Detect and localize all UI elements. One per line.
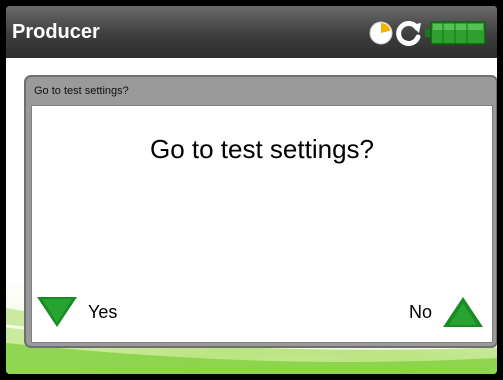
no-label: No	[408, 301, 432, 322]
up-arrow-icon	[443, 297, 483, 327]
confirm-dialog: Go to test settings? Go to test settings…	[24, 75, 497, 348]
dialog-message: Go to test settings?	[149, 134, 374, 164]
dialog-title: Go to test settings?	[34, 85, 129, 97]
app-title: Producer	[12, 21, 100, 43]
title-bar: Producer	[6, 6, 497, 58]
yes-button[interactable]: Yes	[36, 292, 117, 332]
down-arrow-icon	[37, 297, 77, 327]
refresh-icon	[396, 21, 421, 46]
yes-label: Yes	[88, 301, 118, 322]
clock-icon	[369, 21, 393, 45]
app-window: Producer Go to test settings? Go to test…	[6, 6, 497, 374]
dialog-body: Go to test settings? Yes No	[31, 105, 493, 343]
battery-icon	[425, 21, 486, 45]
no-button[interactable]: No	[409, 292, 484, 332]
